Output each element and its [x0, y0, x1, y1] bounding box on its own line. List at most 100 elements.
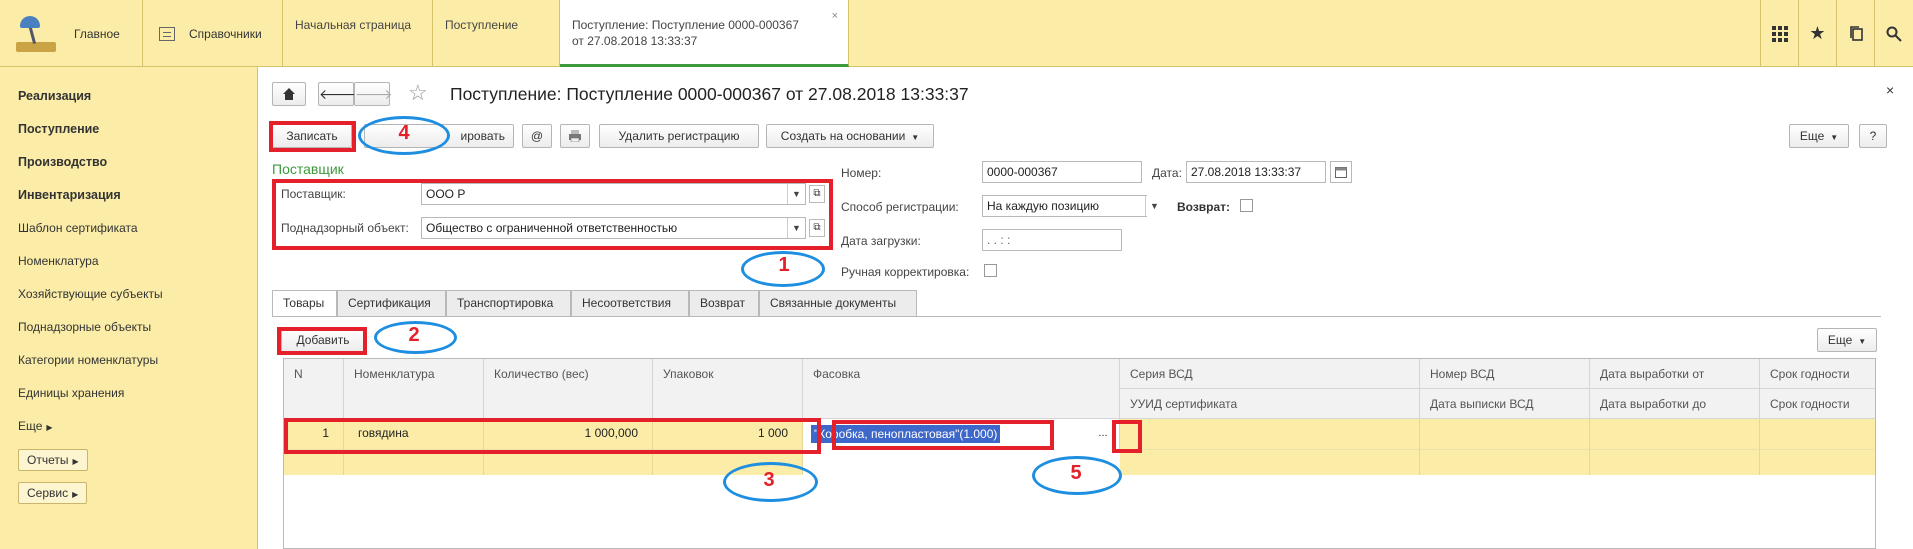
highlight-box-5b — [1112, 420, 1142, 453]
reports-button[interactable]: Отчеты ▶ — [18, 449, 88, 471]
tab-related-documents[interactable]: Связанные документы — [759, 290, 917, 316]
tab-label-line1: Поступление: Поступление 0000-000367 — [572, 18, 799, 32]
catalogs-section[interactable]: Справочники — [143, 0, 283, 67]
grid-icon[interactable] — [1760, 0, 1798, 67]
more-label: Еще — [1799, 129, 1825, 143]
tab-receipts[interactable]: Поступление — [433, 0, 560, 67]
table-cell-production-to[interactable] — [1590, 449, 1760, 475]
page-title: Поступление: Поступление 0000-000367 от … — [450, 84, 969, 104]
col-header-quantity[interactable]: Количество (вес) — [484, 359, 653, 419]
col-header-shelf-life-2[interactable]: Срок годности — [1760, 389, 1875, 419]
sidebar-item-categories[interactable]: Категории номенклатуры — [18, 353, 158, 367]
annotation-number-3: 3 — [763, 469, 775, 491]
favorite-star-icon[interactable]: ☆ — [408, 80, 428, 106]
create-based-on-label: Создать на основании — [780, 129, 906, 143]
supplier-group-title: Поставщик — [272, 161, 344, 177]
table-cell-shelf-life-2[interactable] — [1760, 449, 1875, 475]
sidebar-item-cert-template[interactable]: Шаблон сертификата — [18, 221, 138, 235]
col-header-vsd-number[interactable]: Номер ВСД — [1420, 359, 1590, 389]
close-icon[interactable]: × — [1886, 82, 1894, 98]
col-header-production-from[interactable]: Дата выработки от — [1590, 359, 1760, 389]
more-label: Еще — [1827, 333, 1853, 347]
col-header-nomenclature[interactable]: Номенклатура — [344, 359, 484, 419]
sidebar-item-nomenclature[interactable]: Номенклатура — [18, 254, 99, 268]
annotation-number-4: 4 — [398, 122, 410, 144]
load-date-field[interactable]: . . : : — [982, 229, 1122, 251]
tab-return[interactable]: Возврат — [689, 290, 759, 316]
chevron-down-icon[interactable]: ▼ — [1145, 196, 1163, 216]
col-header-shelf-life[interactable]: Срок годности — [1760, 359, 1875, 389]
sidebar-item-receipts[interactable]: Поступление — [18, 122, 99, 136]
catalog-icon — [159, 26, 175, 41]
table-cell-shelf-life[interactable] — [1760, 419, 1875, 449]
col-header-vsd-date[interactable]: Дата выписки ВСД — [1420, 389, 1590, 419]
table-cell-vsd-number[interactable] — [1420, 419, 1590, 449]
back-button[interactable]: 🡐 — [318, 82, 357, 106]
copy-icon[interactable] — [1836, 0, 1874, 67]
highlight-box-2 — [277, 327, 367, 355]
more-button[interactable]: Еще ▼ — [1789, 124, 1849, 148]
search-icon[interactable] — [1874, 0, 1912, 67]
col-header-packs[interactable]: Упаковок — [653, 359, 803, 419]
caret-down-icon: ▼ — [1830, 133, 1839, 142]
table-cell-vsd-series[interactable] — [1120, 419, 1420, 449]
service-label: Сервис — [27, 486, 69, 500]
return-label: Возврат: — [1177, 200, 1231, 214]
tab-nonconformities[interactable]: Несоответствия — [571, 290, 689, 316]
forward-button[interactable]: 🡒 — [354, 82, 393, 106]
col-header-n[interactable]: N — [284, 359, 344, 419]
col-header-vsd-series[interactable]: Серия ВСД — [1120, 359, 1420, 389]
tab-transportation[interactable]: Транспортировка — [446, 290, 571, 316]
more-label: Еще — [18, 419, 43, 433]
caret-down-icon: ▼ — [1858, 337, 1867, 346]
delete-registration-button[interactable]: Удалить регистрацию — [599, 124, 759, 148]
goods-more-button[interactable]: Еще ▼ — [1817, 328, 1877, 352]
home-section[interactable]: Главное — [0, 0, 143, 67]
calendar-icon[interactable] — [1330, 161, 1352, 183]
sidebar-item-storage-units[interactable]: Единицы хранения — [18, 386, 124, 400]
reports-label: Отчеты — [27, 453, 69, 467]
date-field[interactable]: 27.08.2018 13:33:37 — [1186, 161, 1326, 183]
table-cell-vsd-date[interactable] — [1420, 449, 1590, 475]
catalogs-label: Справочники — [189, 26, 262, 41]
email-button[interactable]: @ — [522, 124, 552, 148]
tab-label: Поступление — [445, 18, 519, 32]
caret-down-icon: ▼ — [911, 133, 920, 142]
number-field[interactable]: 0000-000367 — [982, 161, 1142, 183]
sidebar-item-objects[interactable]: Поднадзорные объекты — [18, 320, 151, 334]
sidebar-item-inventory[interactable]: Инвентаризация — [18, 188, 121, 202]
help-button[interactable]: ? — [1859, 124, 1887, 148]
manual-correction-checkbox[interactable] — [984, 264, 997, 277]
tab-receipt-document[interactable]: Поступление: Поступление 0000-000367 от … — [560, 0, 849, 67]
tab-certification[interactable]: Сертификация — [337, 290, 446, 316]
choose-button[interactable]: ... — [1093, 425, 1113, 445]
load-date-label: Дата загрузки: — [841, 234, 921, 248]
date-label: Дата: — [1152, 166, 1182, 180]
table-cell-cert-uuid[interactable] — [1120, 449, 1420, 475]
sidebar-item-production[interactable]: Производство — [18, 155, 107, 169]
home-label: Главное — [74, 26, 120, 41]
service-button[interactable]: Сервис ▶ — [18, 482, 88, 504]
sidebar-item-sales[interactable]: Реализация — [18, 89, 91, 103]
table-cell-production-from[interactable] — [1590, 419, 1760, 449]
tab-home-page[interactable]: Начальная страница — [283, 0, 433, 67]
home-button[interactable] — [272, 82, 306, 106]
col-header-packaging[interactable]: Фасовка — [803, 359, 1120, 419]
create-based-on-button[interactable]: Создать на основании ▼ — [766, 124, 934, 148]
highlight-box-4 — [269, 121, 356, 152]
arrow-right-icon: 🡒 — [355, 86, 393, 102]
top-bar: Главное Справочники Начальная страница П… — [0, 0, 1913, 67]
return-checkbox[interactable] — [1240, 199, 1253, 212]
col-header-production-to[interactable]: Дата выработки до — [1590, 389, 1760, 419]
col-header-cert-uuid[interactable]: УУИД сертификата — [1120, 389, 1420, 419]
sidebar-item-more[interactable]: Еще ▶ — [18, 419, 53, 433]
reg-method-field[interactable]: На каждую позицию — [982, 195, 1147, 217]
star-icon[interactable]: ★ — [1798, 0, 1836, 67]
highlight-box-5a — [832, 420, 1054, 450]
close-icon[interactable]: × — [832, 8, 838, 24]
print-button[interactable] — [560, 124, 590, 148]
sidebar: Реализация Поступление Производство Инве… — [0, 67, 258, 549]
home-icon — [283, 88, 295, 100]
tab-goods[interactable]: Товары — [272, 290, 337, 317]
sidebar-item-entities[interactable]: Хозяйствующие субъекты — [18, 287, 163, 301]
